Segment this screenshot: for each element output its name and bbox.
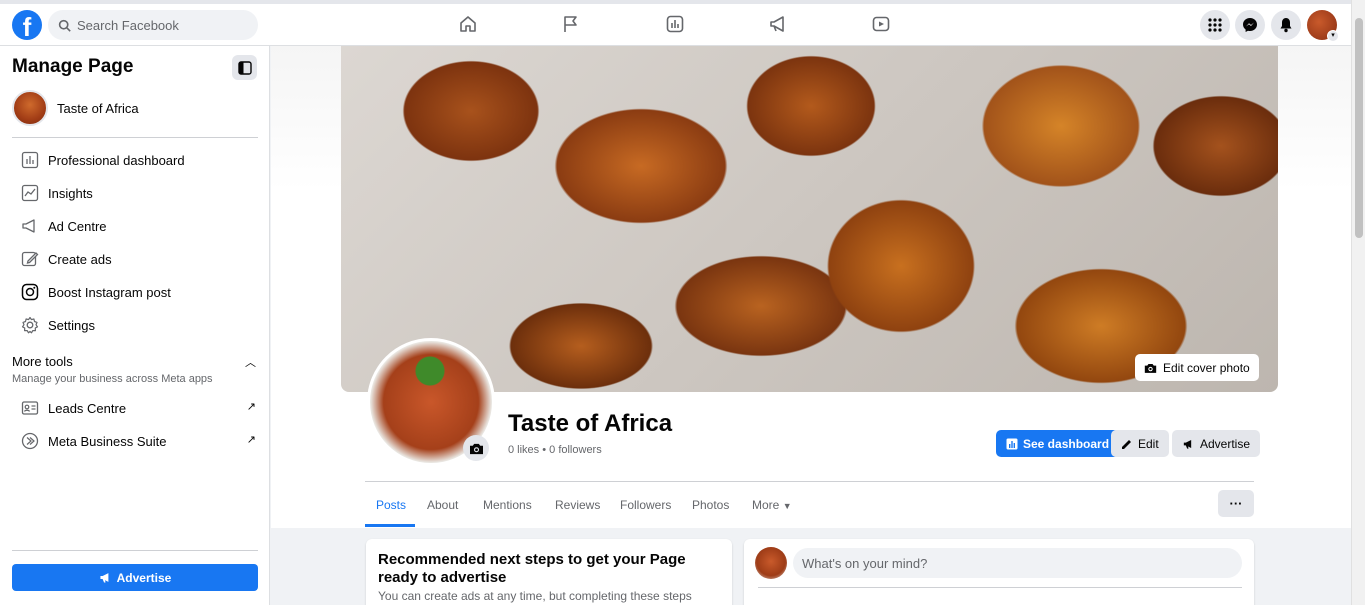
sidebar-item-leads-centre[interactable]: Leads Centre ↗ [12,394,258,422]
home-icon[interactable] [456,12,480,36]
facebook-logo[interactable]: f [12,10,42,40]
page-main: Edit cover photo Taste of Africa 0 likes… [271,46,1351,605]
instagram-icon [21,283,39,301]
sidebar-page-name: Taste of Africa [57,100,139,116]
tab-reviews[interactable]: Reviews [555,498,600,512]
more-tools-title: More tools [12,354,73,369]
sidebar-page-switcher[interactable]: Taste of Africa [12,90,139,126]
sidebar-item-label: Meta Business Suite [48,433,167,449]
tab-followers[interactable]: Followers [620,498,671,512]
advertise-button[interactable]: Advertise [1172,430,1261,457]
manage-page-sidebar: Manage Page Taste of Africa Professional… [0,46,270,605]
edit-button[interactable]: Edit [1111,430,1169,457]
sidebar-item-boost-instagram[interactable]: Boost Instagram post [12,278,258,306]
sidebar-item-settings[interactable]: Settings [12,311,258,339]
search-icon [58,19,71,32]
more-tools-section[interactable]: More tools Manage your business across M… [12,354,258,385]
pencil-icon [21,250,39,268]
sidebar-item-ad-centre[interactable]: Ad Centre [12,212,258,240]
more-options-button[interactable]: ··· [1218,490,1254,517]
menu-grid-icon[interactable] [1200,10,1230,40]
megaphone-icon [21,217,39,235]
insights-icon [21,184,39,202]
sidebar-item-label: Ad Centre [48,218,107,234]
sidebar-advertise-label: Advertise [116,570,172,585]
recommended-title: Recommended next steps to get your Page … [378,551,686,586]
dashboard-icon [21,151,39,169]
cover-photo[interactable] [341,46,1278,392]
composer-avatar [755,547,787,579]
sidebar-item-professional-dashboard[interactable]: Professional dashboard [12,146,258,174]
divider [12,550,258,551]
sidebar-item-label: Leads Centre [48,400,127,416]
external-link-icon: ↗ [246,401,256,413]
divider [758,587,1242,588]
tab-about[interactable]: About [427,498,458,512]
megaphone-icon[interactable] [766,12,790,36]
chevron-down-icon[interactable]: ▾ [1327,30,1339,42]
more-tools-subtitle: Manage your business across Meta apps [12,373,213,385]
active-tab-indicator [365,524,415,527]
external-link-icon: ↗ [246,434,256,446]
page-stats: 0 likes • 0 followers [508,444,602,456]
sidebar-item-insights[interactable]: Insights [12,179,258,207]
advertise-label: Advertise [1200,436,1251,451]
camera-icon [1144,363,1157,373]
page-scrollbar[interactable] [1351,0,1365,605]
scrollbar-thumb[interactable] [1355,18,1363,238]
sidebar-item-label: Professional dashboard [48,152,185,168]
video-icon[interactable] [869,12,893,36]
chevron-up-icon[interactable]: ︿ [245,354,256,370]
meta-business-icon [21,432,39,450]
sidebar-item-create-ads[interactable]: Create ads [12,245,258,273]
see-dashboard-label: See dashboard [1023,436,1110,451]
edit-cover-photo-button[interactable]: Edit cover photo [1135,354,1259,381]
megaphone-icon [1183,439,1192,449]
messenger-icon[interactable] [1235,10,1265,40]
tab-mentions[interactable]: Mentions [483,498,532,512]
tab-more[interactable]: More ▼ [752,498,792,512]
bell-icon[interactable] [1271,10,1301,40]
recommended-steps-card: Recommended next steps to get your Page … [366,539,732,605]
tab-photos[interactable]: Photos [692,498,729,512]
megaphone-icon [100,573,109,583]
flag-icon[interactable] [559,12,583,36]
divider [12,137,258,138]
gear-icon [21,316,39,334]
search-box[interactable] [48,10,258,40]
caret-down-icon: ▼ [782,501,792,511]
sidebar-advertise-button[interactable]: Advertise [12,564,258,591]
camera-icon[interactable] [463,435,489,461]
leads-icon [21,399,39,417]
post-composer [744,539,1254,605]
edit-cover-label: Edit cover photo [1163,360,1250,375]
account-avatar[interactable]: ▾ [1307,10,1339,42]
composer-input[interactable] [793,548,1242,578]
insights-icon[interactable] [663,12,687,36]
page-avatar [12,90,48,126]
sidebar-title: Manage Page [12,56,134,77]
dashboard-icon [1006,438,1018,449]
pencil-icon [1122,439,1131,449]
top-navbar: f ▾ [0,0,1351,46]
sidebar-item-meta-business-suite[interactable]: Meta Business Suite ↗ [12,427,258,455]
edit-label: Edit [1138,436,1159,451]
recommended-desc: You can create ads at any time, but comp… [378,589,692,603]
search-input[interactable] [77,17,247,33]
sidebar-item-label: Settings [48,317,95,333]
tab-posts[interactable]: Posts [376,498,406,512]
collapse-sidebar-icon[interactable] [232,55,257,80]
sidebar-item-label: Boost Instagram post [48,284,171,300]
tab-more-label: More [752,498,780,512]
page-title: Taste of Africa [508,410,673,437]
divider [365,481,1254,482]
sidebar-item-label: Insights [48,185,93,201]
see-dashboard-button[interactable]: See dashboard [996,430,1120,457]
sidebar-item-label: Create ads [48,251,112,267]
